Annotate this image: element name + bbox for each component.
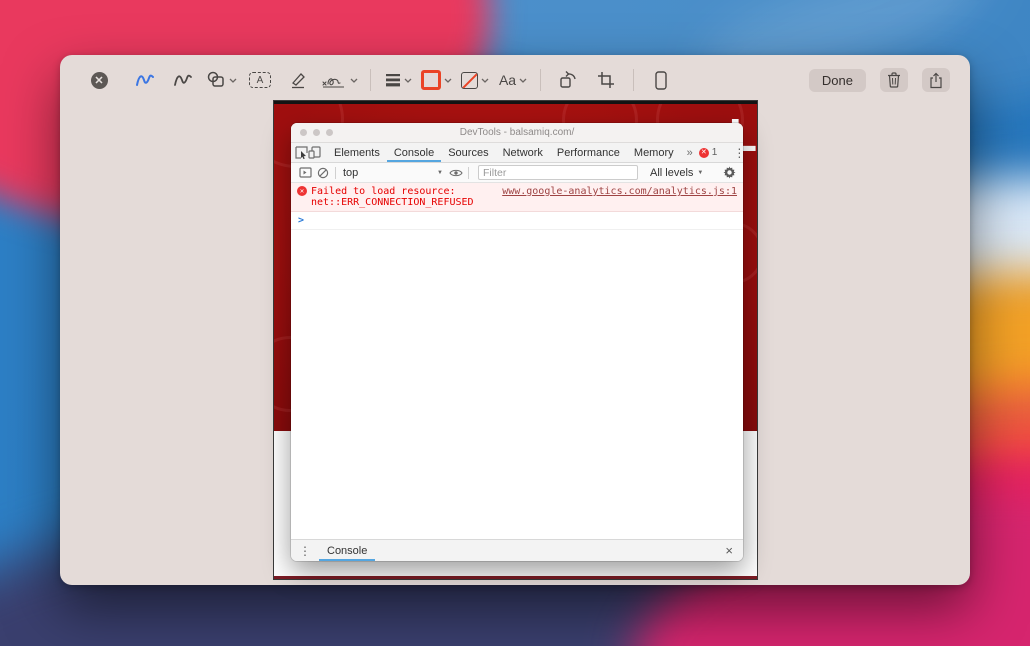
devtools-tabbar: Elements Console Sources Network Perform… — [291, 143, 743, 163]
dropdown-arrow-icon: ▼ — [437, 170, 443, 176]
inspect-element-button[interactable] — [295, 143, 308, 162]
toolbar-separator — [335, 167, 336, 179]
devtools-menu-button[interactable]: ⋮ — [727, 146, 743, 160]
error-line-2: net::ERR_CONNECTION_REFUSED — [311, 197, 494, 208]
toolbar-separator — [370, 69, 371, 91]
tab-performance[interactable]: Performance — [550, 143, 627, 162]
error-source-link[interactable]: www.google-analytics.com/analytics.js:1 — [502, 186, 737, 208]
no-entry-icon — [317, 167, 329, 179]
toolbar-right-group: Done — [809, 68, 950, 92]
device-button[interactable] — [646, 65, 676, 95]
device-icon — [655, 71, 667, 90]
font-style-icon: Aa — [499, 72, 516, 88]
error-count-badge[interactable]: ✕ 1 — [699, 147, 718, 158]
text-box-icon: A — [249, 72, 271, 88]
rotate-icon — [558, 70, 578, 90]
line-weight-icon — [385, 73, 401, 87]
share-icon — [929, 72, 943, 89]
log-levels-value: All levels — [650, 167, 693, 179]
drawer-menu-button[interactable]: ⋮ — [291, 544, 319, 558]
log-levels-dropdown[interactable]: All levels ▼ — [650, 167, 703, 179]
devtools-titlebar[interactable]: DevTools - balsamiq.com/ — [291, 123, 743, 143]
tab-console[interactable]: Console — [387, 143, 441, 162]
toolbar-separator — [468, 167, 469, 179]
eye-button[interactable] — [447, 168, 465, 178]
tab-network[interactable]: Network — [496, 143, 550, 162]
shapes-icon — [206, 70, 226, 90]
fill-color-button[interactable] — [460, 65, 490, 95]
drawer-close-button[interactable]: × — [715, 543, 743, 558]
text-tool-button[interactable]: A — [245, 65, 275, 95]
chevron-down-icon — [444, 78, 452, 83]
devtools-window: DevTools - balsamiq.com/ — [291, 123, 743, 561]
console-toolbar: top ▼ All levels ▼ — [291, 163, 743, 183]
tab-sources[interactable]: Sources — [441, 143, 495, 162]
line-weight-button[interactable] — [383, 65, 413, 95]
error-icon: ✕ — [297, 186, 307, 196]
sketch-tool-button[interactable] — [130, 65, 160, 95]
error-count: 1 — [712, 147, 718, 158]
sketch-icon — [135, 71, 155, 89]
execution-context-value: top — [343, 167, 358, 179]
toggle-device-toolbar-button[interactable] — [308, 143, 321, 162]
markup-toolbar: ✕ A — [60, 55, 970, 105]
chevron-down-icon — [404, 78, 412, 83]
rotate-button[interactable] — [553, 65, 583, 95]
clear-console-button[interactable] — [314, 167, 332, 179]
close-icon: ✕ — [91, 72, 108, 89]
more-tabs-button[interactable]: » — [681, 147, 699, 159]
console-settings-button[interactable] — [723, 166, 738, 179]
fill-color-swatch-icon — [461, 72, 478, 89]
site-footer-line — [274, 576, 757, 579]
dropdown-arrow-icon: ▼ — [697, 170, 703, 176]
error-icon: ✕ — [699, 148, 709, 158]
pencil-icon — [289, 71, 307, 89]
close-button[interactable]: ✕ — [84, 65, 114, 95]
highlight-tool-button[interactable] — [283, 65, 313, 95]
screenshot-canvas[interactable]: L DevTools - balsamiq.com/ — [273, 100, 758, 580]
smart-sketch-tool-button[interactable] — [168, 65, 198, 95]
shapes-tool-button[interactable] — [206, 65, 237, 95]
console-sidebar-button[interactable] — [296, 167, 314, 178]
device-toolbar-icon — [308, 146, 321, 159]
share-button[interactable] — [922, 68, 950, 92]
filter-input[interactable] — [478, 165, 638, 180]
error-message: Failed to load resource: net::ERR_CONNEC… — [311, 186, 494, 208]
trash-icon — [887, 72, 901, 88]
eye-icon — [449, 168, 463, 178]
tab-elements[interactable]: Elements — [327, 143, 387, 162]
execution-context-dropdown[interactable]: top ▼ — [339, 167, 447, 179]
error-line-1: Failed to load resource: — [311, 186, 494, 197]
toolbar-separator — [540, 69, 541, 91]
chevron-down-icon — [481, 78, 489, 83]
devtools-title: DevTools - balsamiq.com/ — [291, 127, 743, 138]
console-prompt[interactable]: > — [291, 212, 743, 230]
sidebar-panel-icon — [299, 167, 312, 178]
drawer-tab-console[interactable]: Console — [319, 540, 375, 561]
devtools-drawer-bar: ⋮ Console × — [291, 539, 743, 561]
console-output-area[interactable] — [291, 230, 743, 539]
tab-memory[interactable]: Memory — [627, 143, 681, 162]
chevron-down-icon — [350, 78, 358, 83]
signature-icon — [321, 71, 347, 89]
gear-icon — [723, 166, 736, 179]
prompt-chevron-icon: > — [298, 215, 304, 226]
signature-tool-button[interactable] — [321, 65, 358, 95]
border-color-button[interactable] — [421, 65, 452, 95]
crop-button[interactable] — [591, 65, 621, 95]
crop-icon — [597, 71, 615, 89]
inspect-cursor-icon — [295, 146, 308, 159]
chevron-down-icon — [229, 78, 237, 83]
markup-window: ✕ A — [60, 55, 970, 585]
toolbar-separator — [633, 69, 634, 91]
done-button[interactable]: Done — [809, 69, 866, 92]
border-color-swatch-icon — [421, 70, 441, 90]
console-error-row: ✕ Failed to load resource: net::ERR_CONN… — [291, 183, 743, 212]
chevron-down-icon — [519, 78, 527, 83]
text-style-button[interactable]: Aa — [498, 65, 528, 95]
smart-sketch-icon — [173, 71, 193, 89]
delete-button[interactable] — [880, 68, 908, 92]
